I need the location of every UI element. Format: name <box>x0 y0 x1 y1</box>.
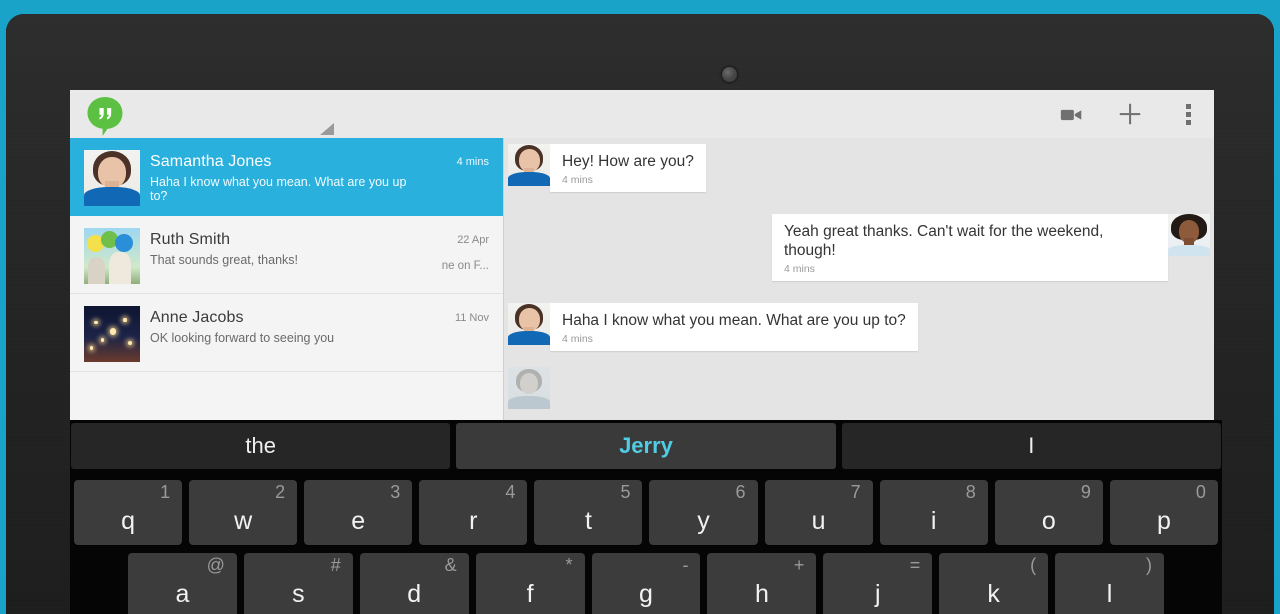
message-text: Yeah great thanks. Can't wait for the we… <box>784 223 1104 259</box>
conversation-item-samantha-jones[interactable]: Samantha Jones Haha I know what you mean… <box>70 138 503 216</box>
key-label: e <box>351 507 366 535</box>
resize-handle-icon[interactable] <box>318 122 336 136</box>
conversation-item-anne-jacobs[interactable]: Anne Jacobs OK looking forward to seeing… <box>70 294 503 372</box>
conversation-snippet: Haha I know what you mean. What are you … <box>150 175 407 203</box>
message-bubble[interactable]: Hey! How are you? 4 mins <box>550 144 706 192</box>
key-alt-label: = <box>909 555 921 575</box>
key-alt-label: 5 <box>620 482 631 502</box>
message-timestamp: 4 mins <box>562 333 593 345</box>
samantha-avatar <box>84 150 140 206</box>
hangouts-logo-icon[interactable] <box>82 93 128 139</box>
suggestion-strip: the Jerry I <box>70 420 1222 472</box>
key-alt-label: - <box>682 555 689 575</box>
samantha-avatar <box>508 303 550 345</box>
suggestion-jerry[interactable]: Jerry <box>456 423 836 469</box>
video-camera-icon[interactable] <box>1058 100 1086 128</box>
key-i[interactable]: 8i <box>879 480 988 545</box>
key-alt-label: 7 <box>850 482 861 502</box>
keyboard-row-1: 1q 2w 3e 4r 5t 6y 7u 8i 9o 0p <box>70 480 1222 545</box>
key-label: p <box>1156 507 1171 535</box>
key-q[interactable]: 1q <box>74 480 183 545</box>
key-label: q <box>121 507 135 535</box>
conversation-snippet: OK looking forward to seeing you <box>150 331 335 345</box>
conversation-name: Samantha Jones <box>150 153 272 170</box>
key-t[interactable]: 5t <box>534 480 643 545</box>
conversation-name: Ruth Smith <box>150 231 231 248</box>
key-label: t <box>584 507 592 535</box>
anne-avatar <box>84 306 140 362</box>
key-label: y <box>697 507 710 535</box>
app-bar <box>70 90 1214 139</box>
front-camera-icon <box>722 67 737 82</box>
key-label: i <box>930 507 937 535</box>
key-label: o <box>1041 507 1056 535</box>
key-o[interactable]: 9o <box>994 480 1103 545</box>
three-dots-vertical-icon[interactable] <box>1174 100 1202 128</box>
key-alt-label: 4 <box>505 482 516 502</box>
message-row-outgoing: Yeah great thanks. Can't wait for the we… <box>504 208 1214 281</box>
key-e[interactable]: 3e <box>304 480 413 545</box>
message-row-incoming: Haha I know what you mean. What are you … <box>504 297 1214 351</box>
key-alt-label: ) <box>1146 555 1153 575</box>
conversation-name: Anne Jacobs <box>150 309 244 326</box>
key-alt-label: & <box>444 555 457 575</box>
message-timestamp: 4 mins <box>562 174 593 186</box>
tablet-device: Samantha Jones Haha I know what you mean… <box>6 14 1274 614</box>
key-label: w <box>234 507 253 535</box>
me-avatar <box>1168 214 1210 256</box>
key-alt-label: 8 <box>965 482 976 502</box>
app-bar-actions <box>1058 90 1202 138</box>
suggestion-i[interactable]: I <box>841 423 1221 469</box>
conversation-item-ruth-smith[interactable]: Ruth Smith That sounds great, thanks! 22… <box>70 216 503 294</box>
key-r[interactable]: 4r <box>419 480 528 545</box>
key-alt-label: 2 <box>275 482 286 502</box>
plus-icon[interactable] <box>1116 100 1144 128</box>
key-alt-label: * <box>565 555 573 575</box>
key-u[interactable]: 7u <box>764 480 873 545</box>
key-label: u <box>811 507 826 535</box>
typing-indicator-row <box>504 361 1214 409</box>
conversation-time-secondary: ne on F... <box>441 260 489 272</box>
message-text: Hey! How are you? <box>562 153 694 170</box>
conversation-time: 4 mins <box>456 156 489 168</box>
message-row-incoming: Hey! How are you? 4 mins <box>504 138 1214 192</box>
key-alt-label: 9 <box>1080 482 1091 502</box>
typing-indicator-avatar <box>508 367 550 409</box>
key-alt-label: 0 <box>1195 482 1206 502</box>
key-alt-label: ( <box>1030 555 1037 575</box>
message-text: Haha I know what you mean. What are you … <box>562 312 906 329</box>
samantha-avatar <box>508 144 550 186</box>
message-timestamp: 4 mins <box>784 263 815 275</box>
message-bubble[interactable]: Yeah great thanks. Can't wait for the we… <box>772 214 1168 281</box>
on-screen-keyboard: the Jerry I 1q 2w 3e 4r 5t 6y 7u 8i 9o 0… <box>70 420 1222 614</box>
ruth-avatar <box>84 228 140 284</box>
suggestion-the[interactable]: the <box>71 423 451 469</box>
conversation-time: 11 Nov <box>454 312 489 324</box>
key-alt-label: 3 <box>390 482 401 502</box>
key-label: r <box>469 507 478 535</box>
conversation-snippet: That sounds great, thanks! <box>150 253 299 267</box>
message-bubble[interactable]: Haha I know what you mean. What are you … <box>550 303 918 351</box>
key-w[interactable]: 2w <box>189 480 298 545</box>
conversation-time: 22 Apr <box>457 234 489 246</box>
key-alt-label: @ <box>206 555 225 575</box>
key-alt-label: 1 <box>160 482 171 502</box>
key-y[interactable]: 6y <box>649 480 758 545</box>
key-alt-label: 6 <box>735 482 746 502</box>
key-alt-label: + <box>793 555 805 575</box>
key-alt-label: # <box>330 555 341 575</box>
key-p[interactable]: 0p <box>1109 480 1218 545</box>
